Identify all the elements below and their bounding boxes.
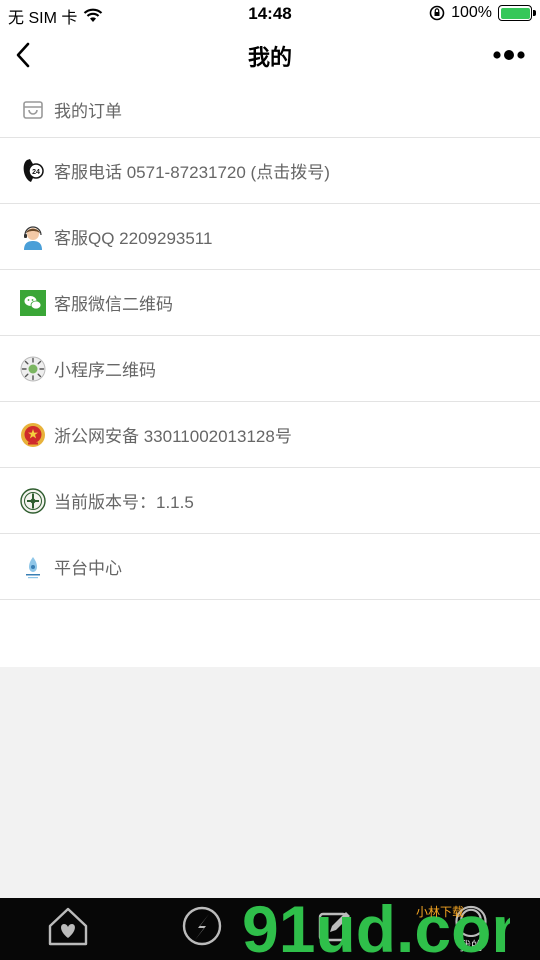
- wechat-icon: [20, 289, 46, 316]
- status-right: 100%: [429, 4, 536, 22]
- menu-item-label: 客服电话 0571-87231720 (点击拨号): [54, 163, 330, 182]
- status-bar: 无 SIM 卡 14:48 100%: [0, 0, 540, 28]
- police-badge-icon: [20, 422, 46, 448]
- orientation-lock-icon: [429, 5, 445, 21]
- menu-item-label: 客服微信二维码: [54, 295, 173, 314]
- support-agent-icon: [20, 224, 46, 250]
- svg-text:24: 24: [32, 169, 40, 176]
- tab-discover[interactable]: [177, 904, 227, 954]
- mini-program-code-icon: [20, 356, 46, 382]
- menu-item-label: 平台中心: [54, 559, 122, 578]
- home-heart-icon: [48, 907, 88, 946]
- menu-item-platform-center[interactable]: 平台中心: [0, 534, 540, 600]
- page-title: 我的: [247, 45, 292, 70]
- menu-item-label: 小程序二维码: [54, 361, 156, 380]
- compass-icon: [182, 906, 222, 946]
- shop-bag-icon: [20, 97, 46, 123]
- menu-item-label: 我的订单: [54, 102, 122, 121]
- menu-item-service-qq[interactable]: 客服QQ 2209293511: [0, 204, 540, 270]
- tab-bar: 我的: [0, 898, 540, 960]
- edit-icon: [318, 912, 350, 942]
- battery-icon: [498, 5, 536, 21]
- menu-list: 我的订单 24 客服电话 0571-87231720 (点击拨号) 客服QQ 2…: [0, 82, 540, 667]
- menu-item-service-phone[interactable]: 24 客服电话 0571-87231720 (点击拨号): [0, 138, 540, 204]
- menu-item-orders[interactable]: 我的订单: [0, 82, 540, 138]
- menu-item-label: 客服QQ 2209293511: [54, 229, 213, 248]
- platform-logo-icon: [20, 554, 46, 580]
- menu-item-service-wechat[interactable]: 客服微信二维码: [0, 270, 540, 336]
- tab-mine-label: 我的: [458, 939, 483, 953]
- menu-item-version[interactable]: 当前版本号：1.1.5: [0, 468, 540, 534]
- tab-home[interactable]: [43, 904, 93, 954]
- version-badge-icon: [20, 487, 46, 514]
- tab-mine[interactable]: 我的: [446, 904, 496, 954]
- user-profile-icon: [455, 905, 487, 937]
- phone-24h-icon: 24: [20, 158, 46, 184]
- menu-item-label: 当前版本号：1.1.5: [54, 493, 194, 512]
- battery-percent: 100%: [451, 4, 492, 21]
- nav-bar: 我的: [0, 28, 540, 82]
- more-options-icon[interactable]: [492, 48, 526, 62]
- menu-item-miniprogram-code[interactable]: 小程序二维码: [0, 336, 540, 402]
- menu-item-label: 浙公网安备 33011002013128号: [54, 427, 292, 446]
- menu-item-police-record[interactable]: 浙公网安备 33011002013128号: [0, 402, 540, 468]
- tab-write[interactable]: [310, 904, 360, 954]
